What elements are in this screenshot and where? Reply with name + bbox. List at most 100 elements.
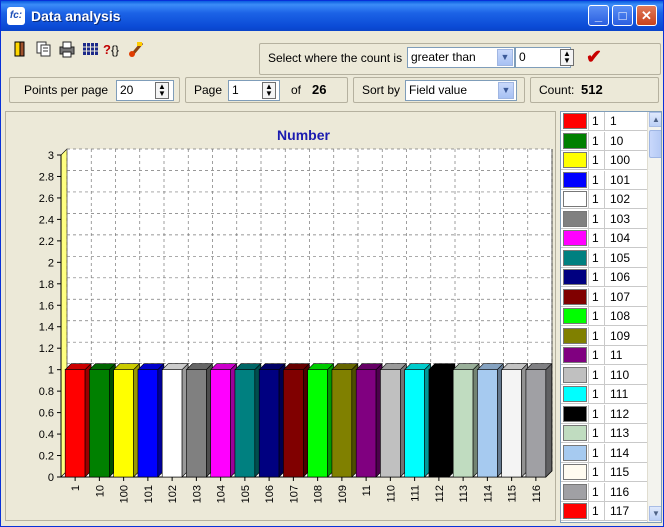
bar-112 (428, 369, 450, 478)
legend-row[interactable]: 1 108 (561, 307, 647, 326)
legend-row[interactable]: 1 116 (561, 482, 647, 502)
legend-row[interactable]: 1 105 (561, 248, 647, 268)
legend-swatch (563, 405, 587, 422)
legend-divider (588, 424, 589, 443)
legend-divider (588, 502, 589, 521)
legend-name: 112 (610, 406, 630, 421)
minimize-button[interactable]: _ (588, 5, 609, 26)
clear-icon[interactable] (127, 40, 145, 58)
bar-110 (380, 369, 401, 478)
filter-value-spinner[interactable]: ▲ ▼ (560, 49, 574, 66)
apply-filter-button[interactable]: ✔ (586, 46, 602, 69)
legend-name: 107 (610, 289, 631, 304)
legend-divider (588, 307, 589, 326)
legend-swatch (563, 464, 587, 480)
data-analysis-window: fc: Data analysis _ □ ✕ ?{} Select where… (0, 0, 664, 527)
legend-name: 111 (610, 387, 629, 401)
scroll-thumb[interactable] (649, 130, 661, 158)
scroll-down-icon[interactable]: ▼ (649, 506, 661, 521)
legend-row[interactable]: 1 113 (561, 424, 647, 443)
legend-swatch (563, 308, 587, 324)
points-per-page-value: 20 (120, 83, 134, 97)
legend-name: 114 (610, 445, 630, 460)
points-per-page-spinner[interactable]: ▲ ▼ (155, 82, 169, 99)
legend-count: 1 (592, 133, 599, 148)
legend-divider (588, 268, 589, 287)
legend-divider (588, 482, 589, 502)
exit-icon[interactable] (11, 40, 29, 58)
legend-row[interactable]: 1 111 (561, 385, 647, 404)
bar-107 (283, 369, 304, 478)
legend-name: 10 (610, 133, 624, 148)
page-spinner[interactable]: ▲ ▼ (262, 82, 276, 99)
legend-divider (588, 248, 589, 268)
legend-scrollbar[interactable]: ▲ ▼ (647, 112, 661, 522)
y-tick-label: 0.8 (39, 386, 54, 398)
sort-value: Field value (409, 83, 468, 97)
legend-divider (604, 346, 605, 365)
legend-row[interactable]: 1 109 (561, 326, 647, 346)
page-total: 26 (312, 82, 327, 97)
count-label: Count: (539, 83, 575, 97)
legend-divider (604, 190, 605, 209)
x-tick-label: 109 (337, 485, 349, 503)
legend-row[interactable]: 1 115 (561, 463, 647, 482)
legend-name: 101 (610, 172, 631, 187)
legend-divider (588, 229, 589, 248)
legend-row[interactable]: 1 110 (561, 365, 647, 385)
legend-name: 104 (610, 231, 631, 245)
legend-row[interactable]: 1 100 (561, 151, 647, 170)
legend-row[interactable]: 1 112 (561, 404, 647, 424)
legend-divider (588, 385, 589, 404)
maximize-button[interactable]: □ (612, 5, 633, 26)
chevron-down-icon[interactable]: ▼ (498, 82, 514, 99)
bar-103 (186, 369, 207, 478)
legend-count: 1 (592, 289, 599, 304)
legend-name: 11 (610, 348, 623, 362)
legend-row[interactable]: 11 (561, 112, 647, 131)
legend-row[interactable]: 1 10 (561, 131, 647, 151)
y-tick-label: 2 (48, 257, 54, 269)
y-tick-label: 1 (48, 365, 54, 377)
legend-name: 115 (610, 465, 630, 479)
legend-swatch (563, 191, 587, 207)
bar-111 (404, 369, 425, 478)
legend-row[interactable]: 1 11 (561, 346, 647, 365)
legend-count: 1 (592, 367, 599, 382)
legend-row[interactable]: 1 103 (561, 209, 647, 229)
legend-row[interactable]: 1 107 (561, 287, 647, 307)
legend-row[interactable]: 1 101 (561, 170, 647, 190)
legend-divider (588, 170, 589, 190)
legend-swatch (563, 444, 587, 461)
bar-105 (234, 369, 256, 478)
legend-name: 102 (610, 192, 631, 206)
help-icon[interactable]: ?{} (103, 40, 121, 58)
title-bar[interactable]: fc: Data analysis _ □ ✕ (1, 1, 663, 31)
legend-swatch (563, 503, 587, 519)
legend-divider (604, 287, 605, 307)
print-icon[interactable] (58, 40, 76, 58)
legend-count: 1 (592, 250, 599, 265)
copy-icon[interactable] (35, 40, 53, 58)
close-button[interactable]: ✕ (636, 5, 657, 26)
legend-name: 116 (610, 484, 630, 499)
legend-row[interactable]: 1 106 (561, 268, 647, 287)
bar-113 (452, 369, 474, 478)
legend-count: 1 (592, 192, 599, 206)
legend-swatch (563, 288, 587, 305)
svg-text:?: ? (103, 42, 111, 57)
chart-title: Number (277, 127, 330, 143)
y-tick-label: 2.4 (39, 214, 54, 226)
bar-102 (161, 369, 183, 478)
x-tick-label: 104 (216, 485, 228, 503)
legend-row[interactable]: 1 117 (561, 502, 647, 521)
scroll-up-icon[interactable]: ▲ (649, 112, 661, 127)
legend-row[interactable]: 1 104 (561, 229, 647, 248)
y-tick-label: 2.8 (39, 171, 54, 183)
legend-divider (604, 424, 605, 443)
legend-row[interactable]: 1 102 (561, 190, 647, 209)
grid-icon[interactable] (81, 40, 99, 58)
chevron-down-icon[interactable]: ▼ (497, 49, 513, 66)
legend-row[interactable]: 1 114 (561, 443, 647, 463)
bar-side-116 (545, 362, 553, 478)
